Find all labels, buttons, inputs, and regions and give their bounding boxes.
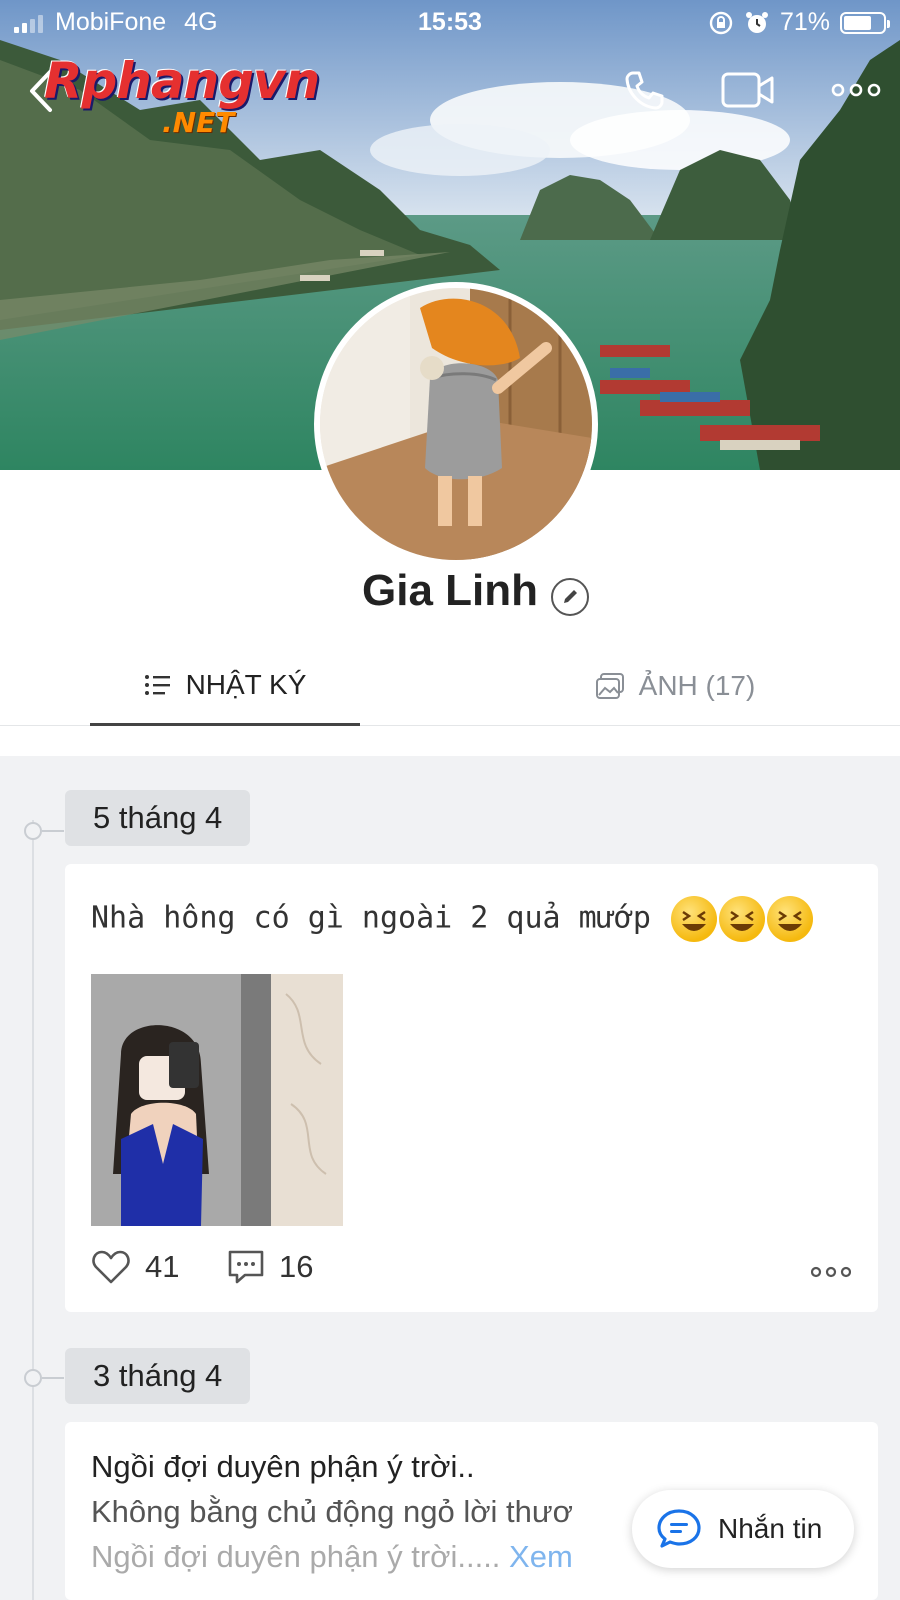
- heart-icon: [92, 1250, 130, 1284]
- timeline-dot: [24, 1369, 42, 1387]
- comment-count: 16: [279, 1249, 314, 1284]
- like-count: 41: [145, 1249, 180, 1284]
- watermark-main-text: Rphangvn: [44, 52, 320, 110]
- send-message-label: Nhắn tin: [718, 1513, 823, 1544]
- video-call-button[interactable]: [718, 62, 778, 118]
- timeline-dot: [24, 822, 42, 840]
- edit-name-button[interactable]: [551, 578, 589, 616]
- post-line: Ngồi đợi duyên phận ý trời..: [91, 1449, 475, 1484]
- laughing-emoji-icon: [766, 896, 813, 942]
- comment-icon: [228, 1250, 264, 1284]
- battery-icon: [840, 11, 890, 34]
- timeline-connector: [42, 830, 64, 832]
- profile-tabs: NHẬT KÝ ẢNH (17): [0, 646, 900, 726]
- more-horizontal-icon: [810, 1266, 852, 1278]
- call-button[interactable]: [616, 62, 672, 118]
- tab-diary-label: NHẬT KÝ: [185, 668, 307, 700]
- chat-bubble-icon: [657, 1509, 701, 1548]
- more-horizontal-icon: [831, 83, 881, 97]
- timeline-connector: [42, 1377, 64, 1379]
- profile-name: Gia Linh: [362, 566, 538, 615]
- tab-photos[interactable]: ẢNH (17): [540, 646, 810, 726]
- pencil-icon: [564, 590, 577, 603]
- post-actions: 41 16: [91, 1242, 852, 1292]
- post-photo-image: [91, 974, 343, 1226]
- post-more-button[interactable]: [810, 1250, 852, 1286]
- laughing-emoji-icon: [670, 896, 717, 942]
- watermark-sub-text: .NET: [162, 106, 235, 139]
- post-text: Nhà hông có gì ngoài 2 quả mướp: [91, 896, 813, 942]
- post-card[interactable]: Nhà hông có gì ngoài 2 quả mướp 41 16: [65, 864, 878, 1312]
- watermark-logo: Rphangvn .NET: [44, 52, 324, 142]
- avatar-photo: [320, 288, 592, 560]
- gallery-icon: [595, 673, 624, 699]
- post-photo[interactable]: [91, 974, 343, 1226]
- send-message-button[interactable]: Nhắn tin: [632, 1490, 854, 1568]
- status-bar: MobiFone 4G 15:53 71%: [0, 0, 900, 46]
- alarm-icon: [745, 11, 768, 33]
- post-date-chip: 3 tháng 4: [65, 1348, 251, 1404]
- timeline-line: [32, 820, 34, 1600]
- post-date-chip: 5 tháng 4: [65, 790, 251, 846]
- post-line: Ngồi đợi duyên phận ý trời.....: [91, 1539, 501, 1574]
- post-text-body: Nhà hông có gì ngoài 2 quả mướp: [91, 900, 651, 936]
- list-icon: [144, 674, 170, 695]
- comment-button[interactable]: 16: [227, 1249, 313, 1285]
- avatar[interactable]: [314, 282, 598, 566]
- tab-diary[interactable]: NHẬT KÝ: [90, 646, 360, 726]
- video-camera-icon: [721, 72, 774, 108]
- see-more-link[interactable]: Xem: [509, 1539, 573, 1574]
- battery-percent: 71%: [779, 8, 830, 36]
- laughing-emoji-icon: [718, 896, 765, 942]
- phone-icon: [625, 71, 664, 110]
- orientation-lock-icon: [709, 11, 733, 34]
- like-button[interactable]: 41: [91, 1249, 227, 1285]
- more-options-button[interactable]: [826, 62, 886, 118]
- tab-photos-label: ẢNH (17): [638, 670, 756, 701]
